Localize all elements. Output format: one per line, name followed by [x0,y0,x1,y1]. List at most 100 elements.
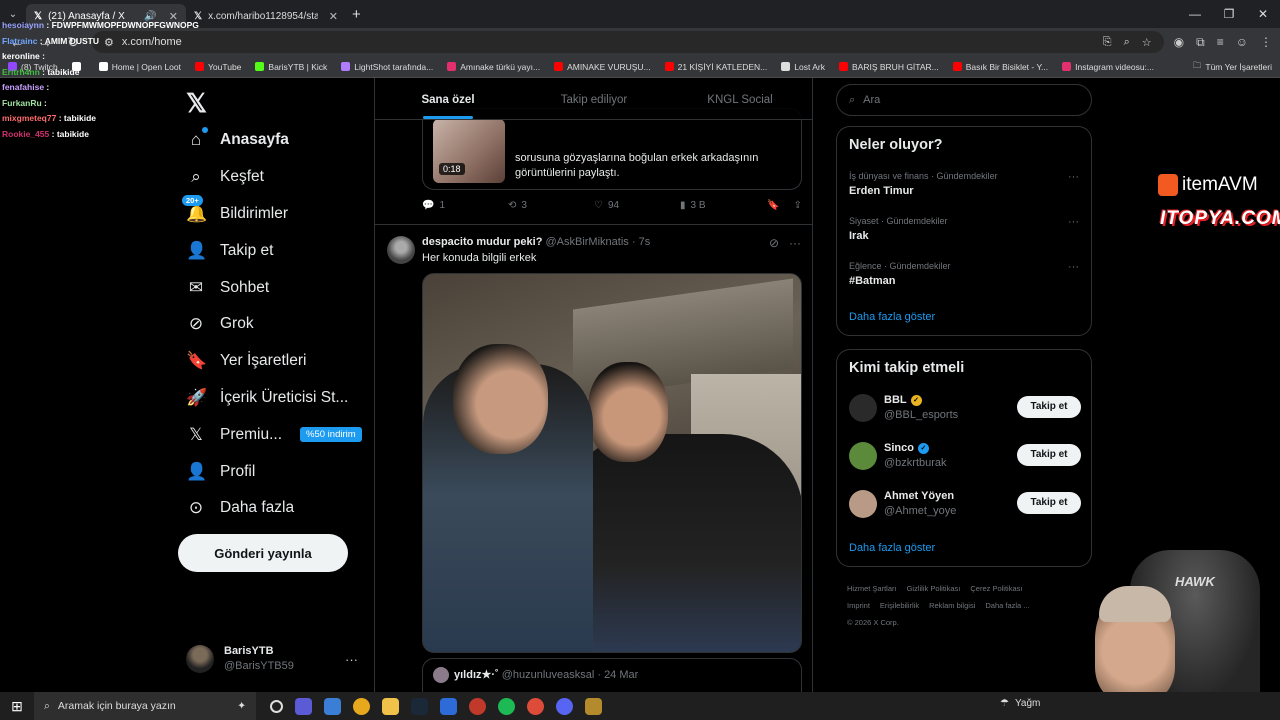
like-button[interactable]: ♡ 94 [594,200,680,211]
close-window-icon[interactable]: ✕ [1246,0,1280,28]
bookmark-item[interactable]: 21 KİŞİYİ KATLEDEN... [664,62,767,72]
follow-suggestion[interactable]: Ahmet Yöyen @Ahmet_yoye Takip et [849,488,1081,524]
weather-widget[interactable]: ☂ Yağm [1000,698,1040,709]
post-time[interactable]: 7s [639,236,651,248]
restore-icon[interactable]: ❐ [1212,0,1246,28]
nav-item-rocket[interactable]: 🚀 İçerik Üreticisi St... [186,380,362,417]
minimize-icon[interactable]: — [1178,0,1212,28]
store-icon[interactable] [324,697,341,715]
menu-icon[interactable]: ⋮ [1260,35,1272,50]
post-button[interactable]: Gönderi yayınla [178,534,348,572]
follow-button[interactable]: Takip et [1017,396,1081,418]
account-switcher[interactable]: BarisYTB @BarisYTB59 ··· [186,644,358,674]
nav-item-x[interactable]: 𝕏 Premiu... %50 indirim [186,416,362,453]
post-video[interactable] [422,273,802,653]
app-icon[interactable] [469,697,486,715]
author-handle[interactable]: @AskBirMiknatis [545,236,628,248]
follow-suggestion[interactable]: Sinco ✓ @bzkrtburak Takip et [849,440,1081,476]
nav-item-more-circle[interactable]: ⊙ Daha fazla [186,490,362,527]
follow-button[interactable]: Takip et [1017,492,1081,514]
app-icon[interactable] [440,697,457,715]
author-name[interactable]: despacito mudur peki? [422,236,542,248]
trend-item[interactable]: Eğlence · Gündemdekiler #Batman ··· [849,261,1079,287]
profile-icon[interactable]: ☺ [1236,35,1248,50]
app-icon[interactable] [295,697,312,715]
tab-kngl-social[interactable]: KNGL Social [667,78,812,119]
nav-item-profile[interactable]: 👤 Profil [186,453,362,490]
avatar[interactable] [849,394,877,422]
chrome-icon[interactable] [353,697,370,715]
steam-icon[interactable] [411,697,428,715]
tab-for-you[interactable]: Sana özel [375,78,521,119]
avatar[interactable] [387,236,415,264]
zoom-icon[interactable]: ⌕ [1124,36,1130,49]
views-button[interactable]: ▮ 3 B [680,200,766,211]
more-icon[interactable]: ··· [1068,216,1079,228]
more-icon[interactable]: ··· [345,652,358,667]
follow-suggestion[interactable]: BBL ✓ @BBL_esports Takip et [849,392,1081,428]
reply-button[interactable]: 💬 1 [422,200,508,211]
taskbar-search[interactable]: ⌕ Aramak için buraya yazın ✦ [34,692,256,720]
footer-link[interactable]: © 2026 X Corp. [847,618,899,627]
footer-link[interactable]: Erişilebilirlik [880,601,919,610]
discord-icon[interactable] [556,697,573,715]
trend-item[interactable]: İş dünyası ve finans · Gündemdekiler Erde… [849,171,1079,197]
chrome-icon[interactable] [527,697,544,715]
folder-icon[interactable] [382,697,399,715]
share-icon[interactable]: ⇪ [794,200,802,211]
bookmark-item[interactable]: YouTube [195,62,241,72]
quoted-post-card[interactable]: 0:18 sorusuna gözyaşlarına boğulan erkek… [422,108,802,190]
bookmark-item[interactable]: BARIŞ BRUH GİTAR... [839,62,939,72]
footer-link[interactable]: Reklam bilgisi [929,601,975,610]
footer-link[interactable]: Imprint [847,601,870,610]
bookmark-icon[interactable]: 🔖 [767,200,779,211]
premium-discount-badge[interactable]: %50 indirim [300,427,362,443]
star-icon[interactable]: ☆ [1142,36,1152,49]
footer-link[interactable]: Çerez Politikası [970,584,1022,593]
more-icon[interactable]: ··· [789,236,801,250]
bookmark-item[interactable]: BarisYTB | Kick [255,62,327,72]
new-tab-button[interactable]: + [352,6,361,23]
more-icon[interactable]: ··· [1068,171,1079,183]
all-bookmarks[interactable]: 🗀 Tüm Yer İşaretleri [1193,60,1272,74]
show-more-link[interactable]: Daha fazla göster [849,542,935,554]
league-icon[interactable] [585,697,602,715]
more-icon[interactable]: ··· [1068,261,1079,273]
windows-start-icon[interactable]: ⊞ [0,698,34,715]
extension-icon[interactable]: ◉ [1174,35,1184,50]
bookmark-item[interactable]: Basık Bir Bisiklet - Y... [952,62,1048,72]
nav-item-bookmark[interactable]: 🔖 Yer İşaretleri [186,343,362,380]
footer-link[interactable]: Gizlilik Politikası [907,584,961,593]
media-icon[interactable]: ≡ [1217,35,1224,50]
task-view-icon[interactable] [270,699,283,713]
avatar[interactable] [849,490,877,518]
repost-button[interactable]: ⟲ 3 [508,200,594,211]
footer-link[interactable]: Hizmet Şartları [847,584,897,593]
bookmark-item[interactable]: LightShot tarafında... [341,62,433,72]
avatar[interactable] [849,442,877,470]
nav-item-add-person[interactable]: 👤 Takip et [186,232,362,269]
show-more-link[interactable]: Daha fazla göster [849,311,935,323]
bookmark-item[interactable]: Instagram videosu:... [1062,62,1154,72]
follow-button[interactable]: Takip et [1017,444,1081,466]
nav-item-grok[interactable]: ⊘ Grok [186,306,362,343]
nav-item-search[interactable]: ⌕ Keşfet [186,159,362,196]
nav-item-home[interactable]: ⌂ Anasayfa [186,122,362,159]
footer-link[interactable]: Daha fazla ... [985,601,1029,610]
search-input[interactable]: ⌕ Ara [836,84,1092,116]
tab-following[interactable]: Takip ediliyor [521,78,667,119]
nav-item-mail[interactable]: ✉ Sohbet [186,269,362,306]
trend-item[interactable]: Siyaset · Gündemdekiler Irak ··· [849,216,1079,242]
bookmark-item[interactable]: AMINAKE VURUŞU... [554,62,651,72]
install-icon[interactable]: ⎘ [1103,36,1112,49]
quoted-text: sorusuna gözyaşlarına boğulan erkek arka… [515,152,759,179]
puzzle-icon[interactable]: ⧉ [1196,35,1205,50]
grok-icon[interactable]: ⊘ [769,236,779,250]
nav-item-bell[interactable]: 🔔 20+ Bildirimler [182,194,362,233]
bookmark-item[interactable]: Lost Ark [781,62,825,72]
tab-close-icon[interactable]: ✕ [329,10,338,23]
spotify-icon[interactable] [498,697,515,715]
url-field[interactable]: ⚙ x.com/home ⎘ ⌕ ☆ [92,31,1164,53]
browser-tab[interactable]: 𝕏 x.com/haribo1128954/status/2 ✕ [186,4,346,28]
bookmark-item[interactable]: Amınake türkü yayı... [447,62,540,72]
